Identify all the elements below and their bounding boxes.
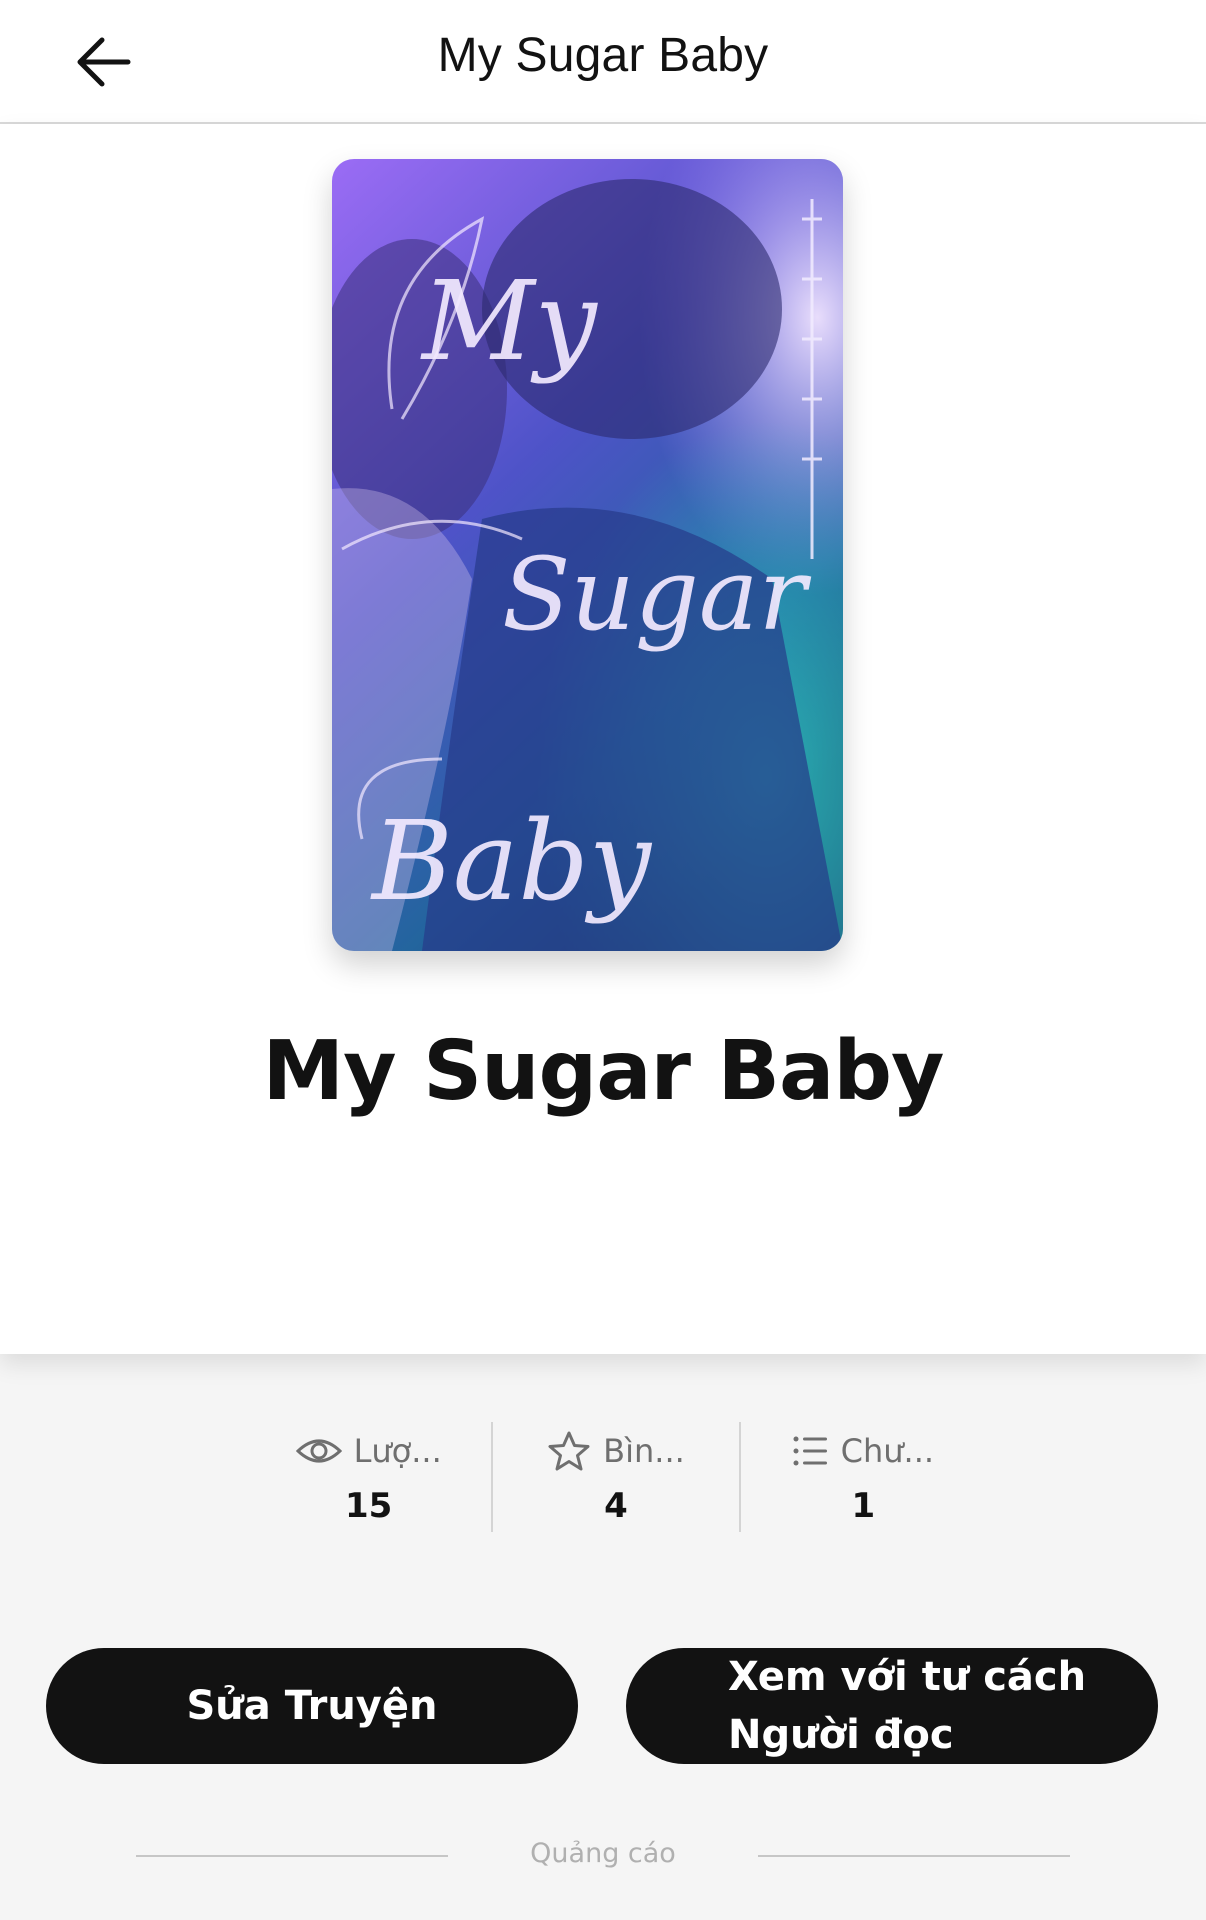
stat-value: 4 <box>604 1486 628 1526</box>
view-as-reader-label: Xem với tư cách Người đọc <box>728 1648 1086 1764</box>
stat-reads[interactable]: Lượ... 15 <box>246 1422 491 1532</box>
cover-art: My Sugar Baby <box>332 159 843 951</box>
divider-line-right <box>758 1855 1070 1857</box>
story-title: My Sugar Baby <box>262 1024 944 1119</box>
stat-label: Lượ... <box>353 1432 442 1470</box>
stat-label: Bìn... <box>603 1432 685 1470</box>
view-as-reader-button[interactable]: Xem với tư cách Người đọc <box>626 1648 1158 1764</box>
cover-word-sugar: Sugar <box>502 536 812 653</box>
story-cover[interactable]: My Sugar Baby <box>332 159 843 951</box>
story-hero: My Sugar Baby My Sugar Baby <box>0 124 1206 1354</box>
stat-votes[interactable]: Bìn... 4 <box>491 1422 738 1532</box>
edit-story-button[interactable]: Sửa Truyện <box>46 1648 578 1764</box>
ad-divider: Quảng cáo <box>136 1836 1070 1876</box>
story-stats: Lượ... 15 Bìn... 4 Chư... 1 <box>246 1422 986 1532</box>
stat-value: 1 <box>851 1486 876 1526</box>
list-icon <box>793 1436 827 1466</box>
cover-word-baby: Baby <box>370 797 653 925</box>
view-as-reader-line2: Người đọc <box>728 1712 954 1758</box>
top-bar: My Sugar Baby <box>0 0 1206 124</box>
stat-chapters[interactable]: Chư... 1 <box>738 1422 986 1532</box>
stat-label: Chư... <box>840 1432 935 1470</box>
ad-label: Quảng cáo <box>530 1838 676 1869</box>
stat-value: 15 <box>345 1486 393 1526</box>
cover-word-my: My <box>420 257 599 385</box>
page-title: My Sugar Baby <box>437 29 769 82</box>
view-as-reader-line1: Xem với tư cách <box>728 1654 1087 1700</box>
edit-story-label: Sửa Truyện <box>186 1683 438 1729</box>
eye-icon <box>295 1439 342 1463</box>
star-icon <box>548 1431 590 1471</box>
